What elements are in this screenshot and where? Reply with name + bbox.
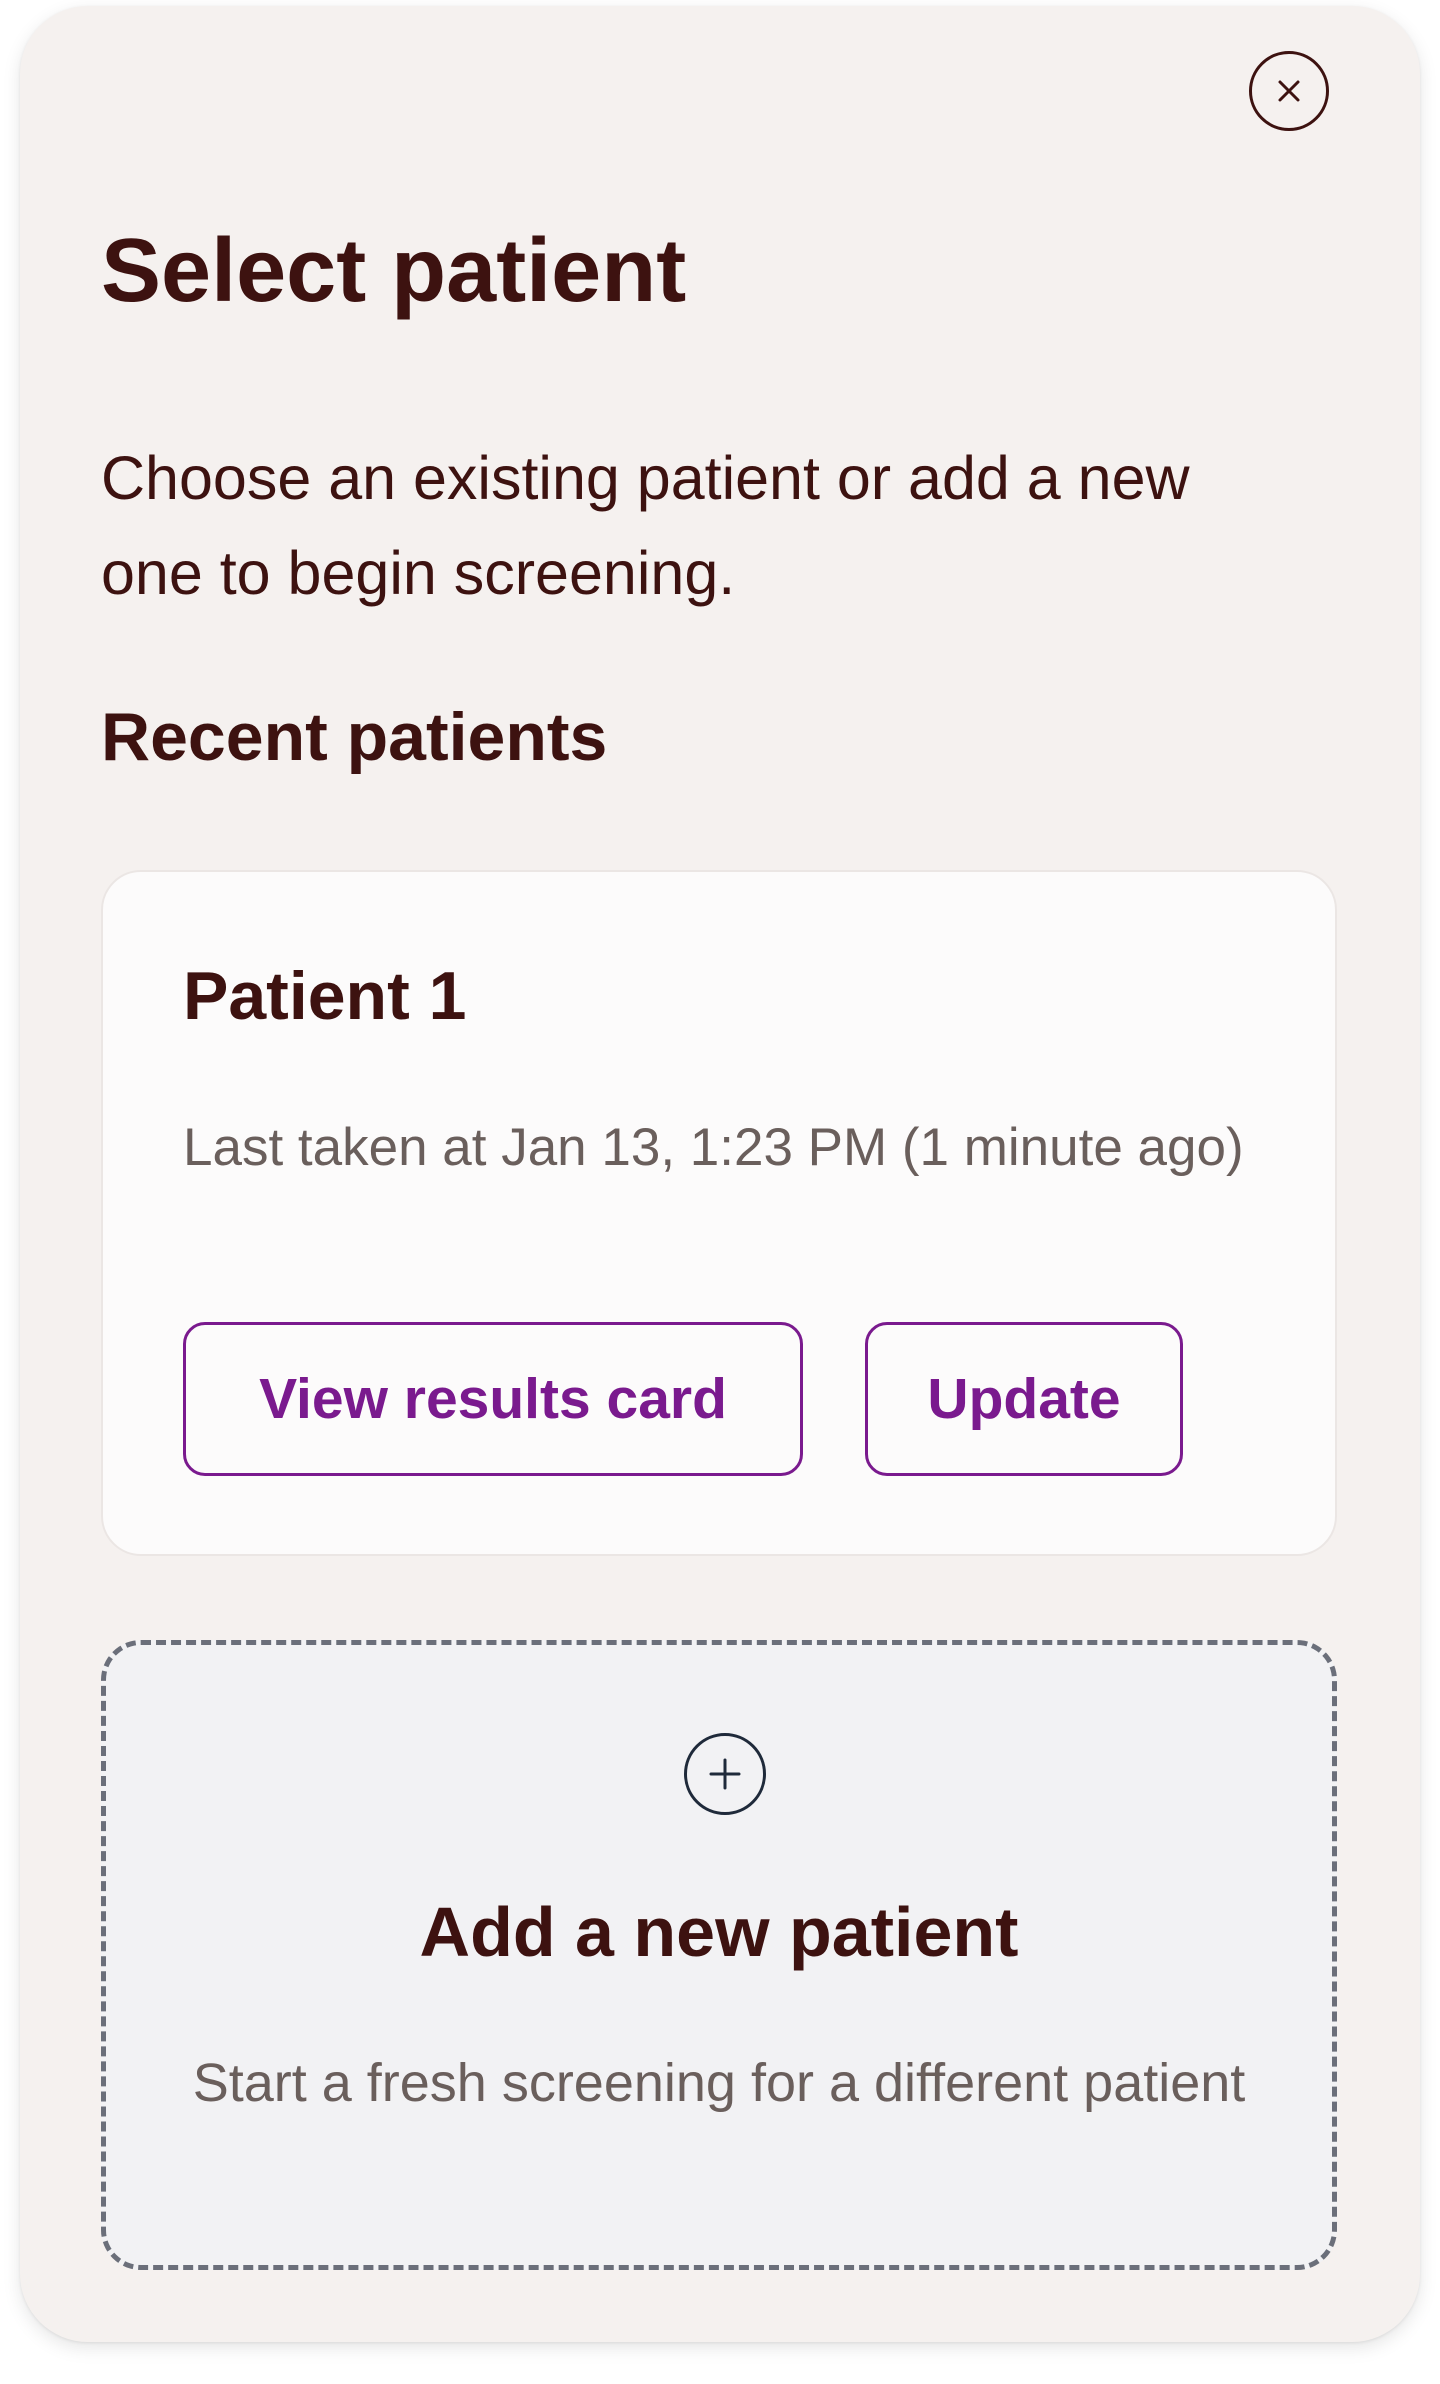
add-new-patient-card[interactable]: Add a new patient Start a fresh screenin… bbox=[101, 1640, 1337, 2270]
select-patient-dialog: Select patient Choose an existing patien… bbox=[20, 6, 1420, 2342]
close-button[interactable] bbox=[1249, 51, 1329, 131]
plus-circle-icon bbox=[684, 1733, 766, 1815]
dialog-title: Select patient bbox=[101, 221, 687, 321]
patient-name: Patient 1 bbox=[183, 958, 467, 1034]
recent-patients-heading: Recent patients bbox=[101, 699, 608, 775]
add-new-patient-title: Add a new patient bbox=[419, 1893, 1019, 1971]
patient-last-taken: Last taken at Jan 13, 1:23 PM (1 minute … bbox=[183, 1118, 1244, 1177]
view-results-card-button[interactable]: View results card bbox=[183, 1322, 803, 1476]
update-button[interactable]: Update bbox=[865, 1322, 1183, 1476]
close-icon bbox=[1278, 80, 1300, 102]
dialog-subtitle: Choose an existing patient or add a new … bbox=[101, 444, 1190, 607]
add-new-patient-description: Start a fresh screening for a different … bbox=[192, 2053, 1246, 2113]
patient-card: Patient 1 Last taken at Jan 13, 1:23 PM … bbox=[101, 870, 1337, 1556]
plus-icon bbox=[709, 1758, 741, 1790]
